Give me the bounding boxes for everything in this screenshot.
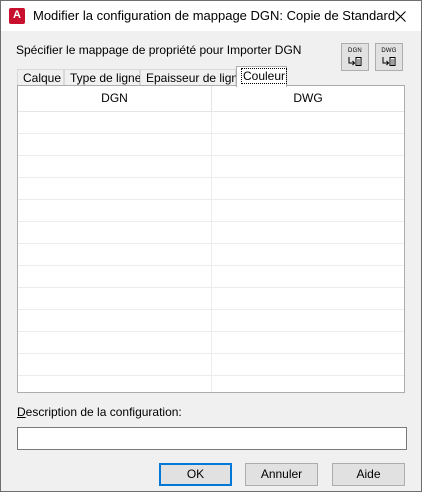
- tab-couleur[interactable]: Couleur: [236, 66, 288, 87]
- table-row[interactable]: [18, 354, 404, 376]
- window-title: Modifier la configuration de mappage DGN…: [33, 8, 396, 23]
- tab-epaisseur-de-ligne[interactable]: Epaisseur de ligne: [140, 69, 245, 86]
- table-cell: [18, 134, 212, 155]
- table-cell: [18, 266, 212, 287]
- table-cell: [18, 288, 212, 309]
- close-button[interactable]: [379, 1, 421, 31]
- tab-type-de-ligne[interactable]: Type de ligne: [64, 69, 142, 86]
- mapping-config-dialog: A Modifier la configuration de mappage D…: [0, 0, 422, 492]
- table-row[interactable]: [18, 178, 404, 200]
- table-cell: [18, 376, 212, 392]
- table-cell: [18, 178, 212, 199]
- arrow-list-icon: [348, 57, 362, 66]
- table-row[interactable]: [18, 288, 404, 310]
- grid-header: DGN DWG: [18, 86, 404, 112]
- mapping-grid[interactable]: DGN DWG: [17, 85, 405, 393]
- column-header-dwg[interactable]: DWG: [212, 86, 404, 111]
- arrow-list-icon: [382, 57, 396, 66]
- dgn-button-label: DGN: [348, 48, 362, 54]
- table-cell: [18, 244, 212, 265]
- table-cell: [18, 332, 212, 353]
- help-button[interactable]: Aide: [332, 463, 405, 486]
- tab-label: Type de ligne: [70, 71, 142, 85]
- table-row[interactable]: [18, 376, 404, 392]
- dwg-mapping-button[interactable]: DWG: [375, 43, 403, 71]
- table-cell: [18, 310, 212, 331]
- table-cell: [18, 222, 212, 243]
- autocad-app-icon: A: [9, 8, 25, 24]
- table-row[interactable]: [18, 200, 404, 222]
- table-row[interactable]: [18, 134, 404, 156]
- column-header-dgn[interactable]: DGN: [18, 86, 212, 111]
- tab-label: Couleur: [240, 68, 288, 84]
- table-cell: [18, 156, 212, 177]
- description-label-text: escription de la configuration:: [25, 405, 182, 419]
- ok-button[interactable]: OK: [159, 463, 232, 486]
- table-row[interactable]: [18, 332, 404, 354]
- table-cell: [18, 354, 212, 375]
- cancel-button[interactable]: Annuler: [245, 463, 318, 486]
- specify-mapping-label: Spécifier le mappage de propriété pour I…: [16, 43, 302, 57]
- table-row[interactable]: [18, 222, 404, 244]
- table-cell: [18, 200, 212, 221]
- description-input[interactable]: [17, 427, 407, 450]
- table-row[interactable]: [18, 244, 404, 266]
- tab-label: Calque: [23, 71, 62, 85]
- title-bar: A Modifier la configuration de mappage D…: [1, 1, 421, 31]
- close-icon: [394, 10, 406, 22]
- table-row[interactable]: [18, 112, 404, 134]
- table-row[interactable]: [18, 266, 404, 288]
- description-label-mnemonic: D: [17, 405, 26, 419]
- dgn-mapping-button[interactable]: DGN: [341, 43, 369, 71]
- dwg-button-label: DWG: [381, 48, 397, 54]
- table-cell: [18, 112, 212, 133]
- description-label: Description de la configuration:: [17, 405, 182, 419]
- tab-calque[interactable]: Calque: [17, 69, 64, 86]
- table-row[interactable]: [18, 310, 404, 332]
- tab-label: Epaisseur de ligne: [146, 71, 245, 85]
- table-row[interactable]: [18, 156, 404, 178]
